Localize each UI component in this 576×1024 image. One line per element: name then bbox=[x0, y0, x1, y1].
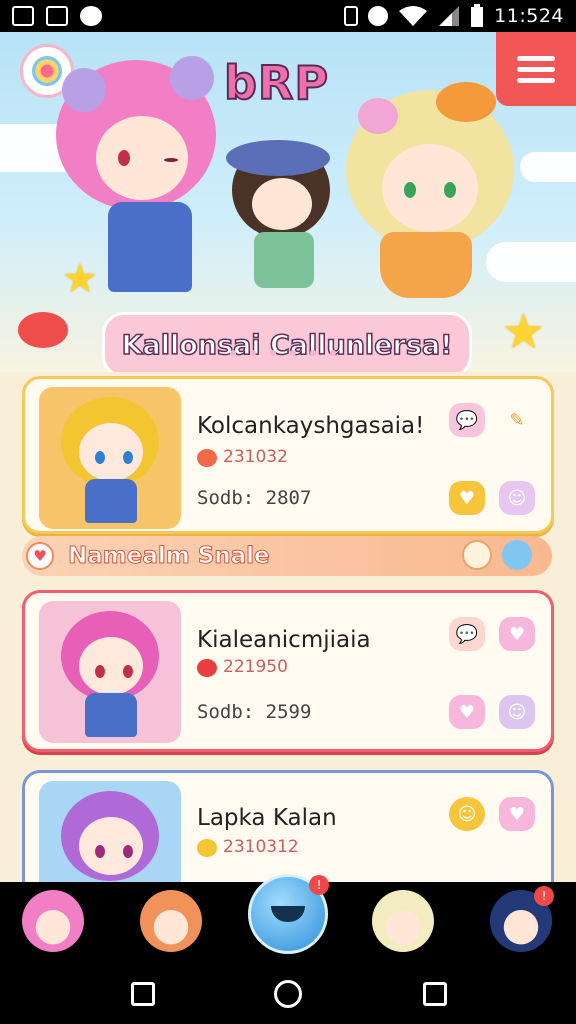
heart-icon[interactable]: ♥ bbox=[449, 695, 485, 729]
bear-ear bbox=[170, 56, 214, 100]
recents-square-icon[interactable] bbox=[423, 982, 447, 1006]
cloud-decoration bbox=[520, 152, 576, 182]
edit-icon[interactable]: ✎ bbox=[499, 403, 535, 437]
heart-chat-icon[interactable]: ♥ bbox=[499, 617, 535, 651]
alarm-icon bbox=[368, 6, 389, 26]
home-circle-icon[interactable] bbox=[274, 980, 302, 1008]
character-avatar bbox=[39, 601, 181, 743]
card-subtitle: 231032 bbox=[223, 447, 288, 467]
chat-icon[interactable]: 💬 bbox=[449, 617, 485, 651]
pumpkin-hat bbox=[436, 82, 496, 122]
character-dock: ! ! bbox=[0, 874, 576, 960]
card-title: Kolcankayshgasaia! bbox=[197, 413, 425, 439]
welcome-banner: Kallonsai Callunlersa! bbox=[102, 312, 472, 372]
character-card[interactable]: Kialeanicmjiaia 221950 Sodb: 2599 💬 ♥ ♥ … bbox=[22, 590, 554, 752]
card-score: Sodb: 2599 bbox=[197, 701, 312, 723]
system-nav-bar bbox=[0, 960, 576, 1024]
card-subtitle: 2310312 bbox=[223, 837, 299, 857]
emoji-icon[interactable]: ☺ bbox=[499, 695, 535, 729]
battery-icon bbox=[471, 4, 484, 27]
dock-avatar-navy[interactable]: ! bbox=[490, 886, 554, 952]
cloud-decoration bbox=[486, 242, 576, 282]
character-hat bbox=[226, 140, 330, 176]
heart-icon bbox=[197, 449, 217, 467]
menu-button[interactable] bbox=[496, 32, 576, 106]
back-square-icon[interactable] bbox=[131, 982, 155, 1006]
heart-chat-icon[interactable]: ♥ bbox=[449, 481, 485, 515]
heart-chat-icon[interactable]: ♥ bbox=[499, 797, 535, 831]
signal-icon bbox=[439, 6, 460, 26]
carousel-dots bbox=[230, 350, 336, 356]
emoji-icon[interactable]: ☺ bbox=[499, 481, 535, 515]
vibrate-icon bbox=[344, 6, 359, 26]
card-title: Lapka Kalan bbox=[197, 805, 337, 831]
section-title: Namealm Snale bbox=[68, 543, 271, 570]
dock-avatar-orange[interactable] bbox=[140, 890, 202, 952]
section-header: ♥ Namealm Snale bbox=[22, 536, 552, 576]
brand-title: bRP bbox=[223, 55, 330, 111]
character-avatar bbox=[39, 387, 181, 529]
dock-avatar-pink[interactable] bbox=[22, 890, 84, 952]
image-icon bbox=[46, 6, 68, 26]
blue-heart-icon[interactable] bbox=[502, 540, 532, 570]
dock-avatar-blonde[interactable] bbox=[372, 890, 434, 952]
emoji-icon[interactable]: ☺ bbox=[449, 797, 485, 831]
hair-bow bbox=[358, 98, 398, 134]
cat-face-icon[interactable] bbox=[462, 540, 492, 570]
star-decoration: ★ bbox=[62, 256, 98, 302]
character-body bbox=[380, 232, 472, 298]
gallery-icon bbox=[12, 6, 34, 26]
heart-icon bbox=[197, 659, 217, 677]
character-body bbox=[254, 232, 314, 288]
star-decoration: ★ bbox=[502, 304, 546, 360]
card-subtitle: 221950 bbox=[223, 657, 288, 677]
bear-ear bbox=[62, 68, 106, 112]
status-time: 11:524 bbox=[494, 5, 564, 27]
chat-icon[interactable]: 💬 bbox=[449, 403, 485, 437]
heart-icon: ♥ bbox=[26, 542, 54, 570]
hero-header: bRP ★ ★ Kallonsai Callunlersa! bbox=[0, 32, 576, 372]
notification-badge: ! bbox=[309, 875, 329, 895]
home-mascot-button[interactable]: ! bbox=[248, 874, 329, 954]
wifi-icon bbox=[399, 6, 428, 26]
planet-decoration bbox=[18, 312, 68, 348]
character-body bbox=[108, 202, 192, 292]
card-score: Sodb: 2807 bbox=[197, 487, 312, 509]
heart-notification-icon bbox=[80, 6, 102, 26]
character-card[interactable]: Kolcankayshgasaia! 231032 Sodb: 2807 💬 ✎… bbox=[22, 376, 554, 534]
notification-badge: ! bbox=[534, 886, 554, 906]
status-bar: 11:524 bbox=[0, 0, 576, 32]
smiley-icon bbox=[197, 839, 217, 857]
card-title: Kialeanicmjiaia bbox=[197, 627, 371, 653]
